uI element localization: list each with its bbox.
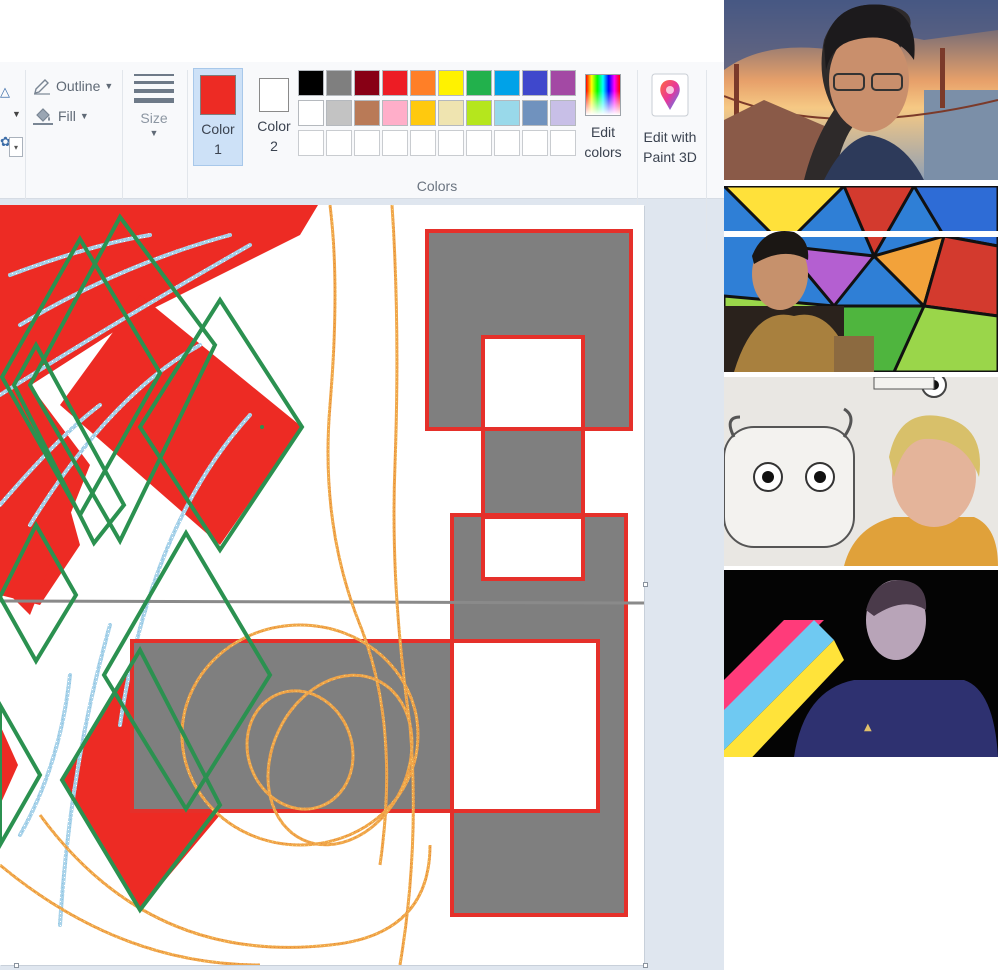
white-rectangle	[481, 515, 585, 581]
palette-swatch[interactable]	[438, 70, 464, 96]
color-2-number: 2	[270, 138, 278, 154]
palette-swatch[interactable]	[522, 100, 548, 126]
canvas-resize-handle-bottom[interactable]	[14, 963, 19, 968]
size-dropdown[interactable]: Size ▼	[128, 70, 180, 164]
palette-custom-slot[interactable]	[438, 130, 464, 156]
participant-video-1	[724, 0, 998, 180]
color-2-swatch	[259, 78, 289, 112]
shirt-graphic-icon: ▲	[864, 722, 872, 733]
scroll-down-icon[interactable]: ▼	[12, 109, 21, 119]
colors-group-label: Colors	[416, 178, 458, 194]
palette-custom-slot[interactable]	[522, 130, 548, 156]
palette-swatch[interactable]	[466, 100, 492, 126]
palette-swatch[interactable]	[354, 70, 380, 96]
palette-custom-slot[interactable]	[550, 130, 576, 156]
participant-video-3	[724, 377, 998, 566]
palette-swatch[interactable]	[494, 100, 520, 126]
color-1-button[interactable]: Color 1	[193, 68, 243, 166]
palette-swatch[interactable]	[466, 70, 492, 96]
palette-custom-slot[interactable]	[494, 130, 520, 156]
paint-3d-icon	[651, 73, 689, 117]
outline-label: Outline	[56, 78, 101, 94]
drawing-canvas[interactable]	[0, 205, 644, 965]
size-label: Size	[140, 110, 168, 126]
palette-swatch[interactable]	[382, 70, 408, 96]
palette-swatch[interactable]	[550, 70, 576, 96]
edit-colors-button[interactable]: Edit colors	[582, 70, 624, 162]
canvas-resize-handle-corner[interactable]	[643, 963, 648, 968]
palette-custom-slot[interactable]	[326, 130, 352, 156]
edit-colors-label-2: colors	[584, 144, 622, 160]
color-2-button[interactable]: Color 2	[249, 68, 299, 166]
paint-3d-label: Edit with	[643, 129, 697, 145]
color-1-swatch	[200, 75, 236, 115]
color-1-label: Color	[201, 121, 235, 137]
chevron-down-icon: ▼	[149, 128, 159, 138]
canvas-artwork	[0, 205, 644, 965]
chevron-down-icon: ▼	[104, 81, 114, 91]
fill-label: Fill	[58, 108, 76, 124]
palette-swatch[interactable]	[410, 100, 436, 126]
paint-3d-label-2: Paint 3D	[643, 149, 697, 165]
palette-swatch[interactable]	[410, 70, 436, 96]
home-ribbon: △ ▼ ✿ ▾ Outline ▼ Fill ▼ Size ▼ Color 1 …	[0, 62, 724, 250]
canvas-resize-handle-right[interactable]	[643, 582, 648, 587]
white-rectangle	[481, 335, 585, 431]
color-palette	[298, 70, 576, 156]
green-dot	[260, 425, 264, 429]
edit-colors-label: Edit	[590, 124, 616, 140]
line-size-icon	[134, 74, 174, 103]
palette-swatch[interactable]	[550, 100, 576, 126]
palette-custom-slot[interactable]	[410, 130, 436, 156]
palette-swatch[interactable]	[382, 100, 408, 126]
chevron-down-icon: ▼	[79, 111, 89, 121]
palette-swatch[interactable]	[522, 70, 548, 96]
color-1-number: 1	[214, 141, 222, 157]
title-bar	[0, 0, 724, 62]
red-diamond	[0, 725, 18, 805]
palette-custom-slot[interactable]	[466, 130, 492, 156]
gray-line	[0, 599, 644, 605]
fill-dropdown[interactable]: Fill ▼	[32, 106, 89, 126]
outline-dropdown[interactable]: Outline ▼	[32, 76, 113, 96]
shapes-more-button[interactable]: ▾	[9, 137, 23, 157]
color-spectrum-icon	[585, 74, 621, 116]
pencil-outline-icon	[34, 79, 50, 95]
participant-video-4: ▲	[724, 570, 998, 757]
white-rectangle	[450, 639, 600, 813]
palette-swatch[interactable]	[354, 100, 380, 126]
palette-swatch[interactable]	[298, 70, 324, 96]
paint-bucket-icon	[33, 108, 53, 125]
triangle-shape-icon[interactable]: △	[0, 84, 10, 100]
palette-swatch[interactable]	[438, 100, 464, 126]
group-separator	[706, 70, 707, 250]
palette-custom-slot[interactable]	[382, 130, 408, 156]
palette-custom-slot[interactable]	[354, 130, 380, 156]
edit-with-paint-3d-button[interactable]: Edit with Paint 3D	[640, 70, 700, 167]
paint-window: △ ▼ ✿ ▾ Outline ▼ Fill ▼ Size ▼ Color 1 …	[0, 0, 724, 970]
palette-swatch[interactable]	[298, 100, 324, 126]
participant-video-2	[724, 186, 998, 372]
palette-swatch[interactable]	[326, 70, 352, 96]
palette-custom-slot[interactable]	[298, 130, 324, 156]
palette-swatch[interactable]	[326, 100, 352, 126]
palette-swatch[interactable]	[494, 70, 520, 96]
color-2-label: Color	[257, 118, 291, 134]
